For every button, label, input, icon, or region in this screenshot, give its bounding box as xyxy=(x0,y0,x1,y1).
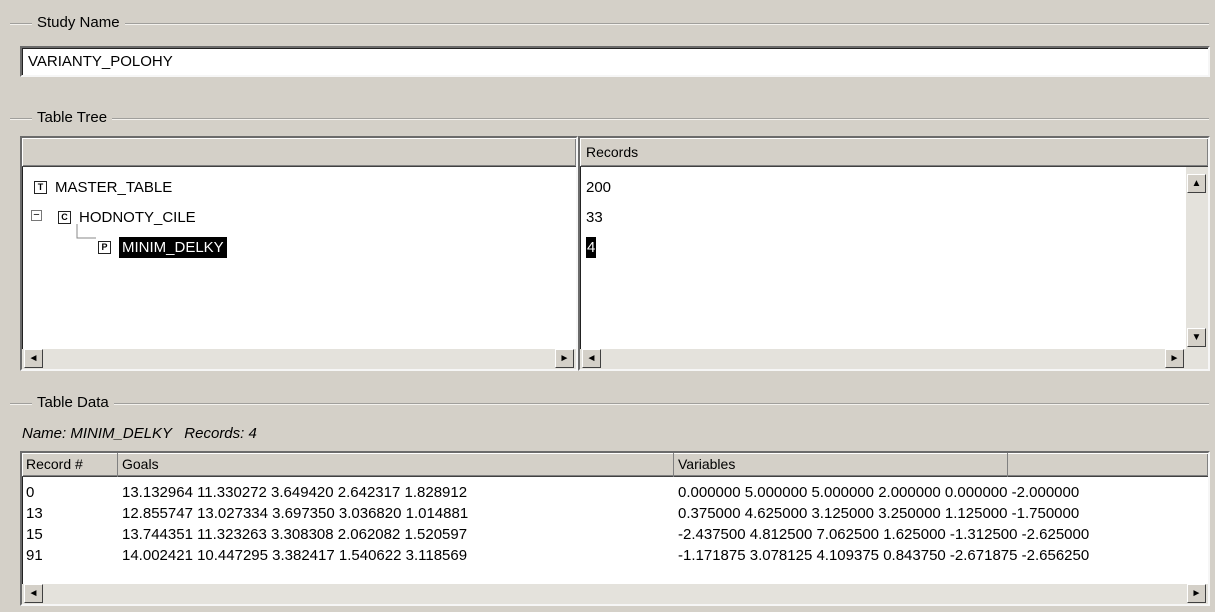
tree-node-label-selected: MINIM_DELKY xyxy=(119,237,227,258)
data-grid-header: Record # Goals Variables xyxy=(22,453,1208,477)
goals-cell: 13.744351 11.323263 3.308308 2.062082 1.… xyxy=(122,526,468,543)
table-row[interactable]: 15 13.744351 11.323263 3.308308 2.062082… xyxy=(22,524,1208,545)
variables-cell: 0.375000 4.625000 3.125000 3.250000 1.12… xyxy=(678,505,1080,522)
extra-column-header[interactable] xyxy=(1008,453,1208,477)
records-count-value: 4 xyxy=(248,425,257,442)
goals-column-header[interactable]: Goals xyxy=(118,453,674,477)
record-number-cell: 13 xyxy=(26,505,43,522)
variables-cell: 0.000000 5.000000 5.000000 2.000000 0.00… xyxy=(678,484,1080,501)
table-data-group: Table Data xyxy=(10,394,1209,412)
record-number-column-header[interactable]: Record # xyxy=(22,453,118,477)
study-name-input[interactable]: VARIANTY_POLOHY xyxy=(20,46,1210,77)
scroll-left-icon[interactable]: ◄ xyxy=(24,584,43,603)
table-icon: T xyxy=(34,180,47,194)
variables-cell: -2.437500 4.812500 7.062500 1.625000 -1.… xyxy=(678,526,1090,543)
scroll-left-icon[interactable]: ◄ xyxy=(582,349,601,368)
tree-node-minim-delky[interactable]: P MINIM_DELKY xyxy=(98,233,227,263)
tree-horizontal-scrollbar[interactable]: ◄ ► xyxy=(22,349,576,369)
records-pane[interactable]: Records 200 33 4 ▲ ▼ ◄ ► xyxy=(578,136,1210,371)
variables-cell: -1.171875 3.078125 4.109375 0.843750 -2.… xyxy=(678,547,1090,564)
record-count-cell-selected: 4 xyxy=(586,233,597,263)
record-number-cell: 91 xyxy=(26,547,43,564)
scroll-right-icon[interactable]: ► xyxy=(555,349,574,368)
table-row[interactable]: 91 14.002421 10.447295 3.382417 1.540622… xyxy=(22,545,1208,566)
records-vertical-scrollbar[interactable]: ▲ ▼ xyxy=(1186,167,1208,349)
study-name-group: Study Name xyxy=(10,14,1209,32)
tree-name-column-header[interactable] xyxy=(22,138,576,167)
record-number-cell: 15 xyxy=(26,526,43,543)
goals-cell: 14.002421 10.447295 3.382417 1.540622 3.… xyxy=(122,547,468,564)
record-count-cell: 200 xyxy=(586,179,612,196)
goals-cell: 13.132964 11.330272 3.649420 2.642317 1.… xyxy=(122,484,468,501)
table-name-value: MINIM_DELKY xyxy=(70,425,172,442)
record-number-cell: 0 xyxy=(26,484,35,501)
scroll-down-icon[interactable]: ▼ xyxy=(1187,328,1206,347)
table-tree-group: Table Tree xyxy=(10,109,1209,127)
table-data-grid[interactable]: Record # Goals Variables 0 13.132964 11.… xyxy=(20,451,1210,606)
scroll-right-icon[interactable]: ► xyxy=(1165,349,1184,368)
data-horizontal-scrollbar[interactable]: ◄ ► xyxy=(22,584,1208,604)
table-tree-label: Table Tree xyxy=(32,109,113,127)
name-label: Name: xyxy=(22,425,67,442)
table-row[interactable]: 13 12.855747 13.027334 3.697350 3.036820… xyxy=(22,503,1208,524)
scroll-up-icon[interactable]: ▲ xyxy=(1187,174,1206,193)
constraint-table-icon: C xyxy=(58,210,71,224)
table-info-line: Name: MINIM_DELKY Records: 4 xyxy=(22,425,257,442)
record-count-selected: 4 xyxy=(586,237,597,258)
goals-cell: 12.855747 13.027334 3.697350 3.036820 1.… xyxy=(122,505,469,522)
table-row[interactable]: 0 13.132964 11.330272 3.649420 2.642317 … xyxy=(22,482,1208,503)
records-column-header[interactable]: Records xyxy=(580,138,1208,167)
collapse-icon[interactable]: − xyxy=(31,210,42,221)
table-data-label: Table Data xyxy=(32,394,114,412)
variables-column-header[interactable]: Variables xyxy=(674,453,1008,477)
tree-node-label: MASTER_TABLE xyxy=(55,179,173,196)
records-horizontal-scrollbar[interactable]: ◄ ► xyxy=(580,349,1208,369)
tree-connector-line xyxy=(76,224,96,239)
pareto-table-icon: P xyxy=(98,240,111,254)
study-name-label: Study Name xyxy=(32,14,125,32)
scroll-left-icon[interactable]: ◄ xyxy=(24,349,43,368)
record-count-cell: 33 xyxy=(586,209,603,226)
tree-node-master-table[interactable]: T MASTER_TABLE xyxy=(34,173,172,203)
scroll-right-icon[interactable]: ► xyxy=(1187,584,1206,603)
records-label: Records: xyxy=(184,425,245,442)
tree-pane[interactable]: T MASTER_TABLE − C HODNOTY_CILE P MINIM_DEL… xyxy=(20,136,578,371)
